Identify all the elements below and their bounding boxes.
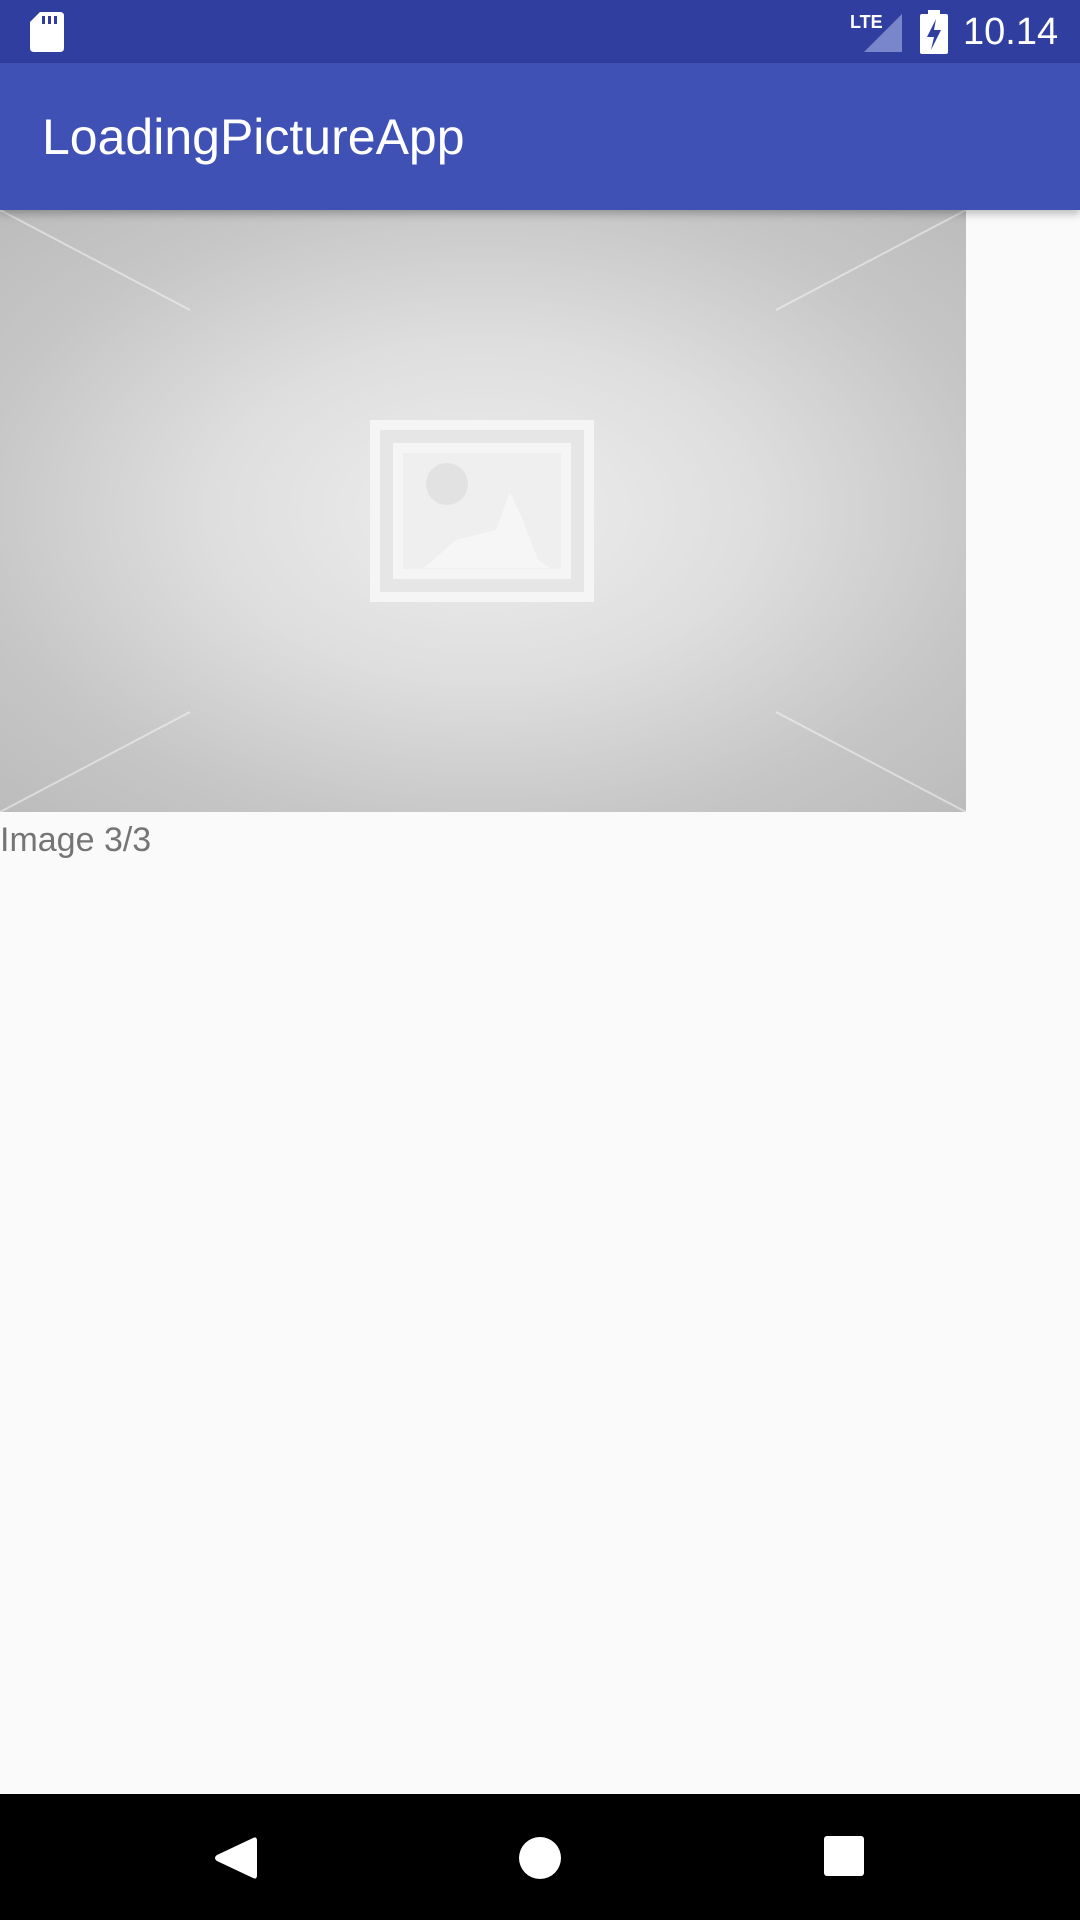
sd-card-icon (30, 12, 64, 52)
back-icon[interactable] (213, 1834, 257, 1882)
navigation-bar (0, 1794, 1080, 1920)
lte-signal-icon: LTE (850, 12, 902, 52)
status-bar: LTE 10.14 (0, 0, 1080, 63)
app-title: LoadingPictureApp (42, 109, 465, 165)
recent-apps-icon[interactable] (824, 1836, 864, 1876)
app-bar: LoadingPictureApp (0, 63, 1080, 210)
image-placeholder-icon (370, 420, 594, 602)
network-type-label: LTE (850, 12, 883, 32)
image-caption: Image 3/3 (0, 821, 152, 859)
battery-charging-icon (920, 10, 948, 54)
status-clock: 10.14 (963, 11, 1059, 53)
image-view (0, 210, 966, 812)
home-icon[interactable] (518, 1836, 562, 1880)
